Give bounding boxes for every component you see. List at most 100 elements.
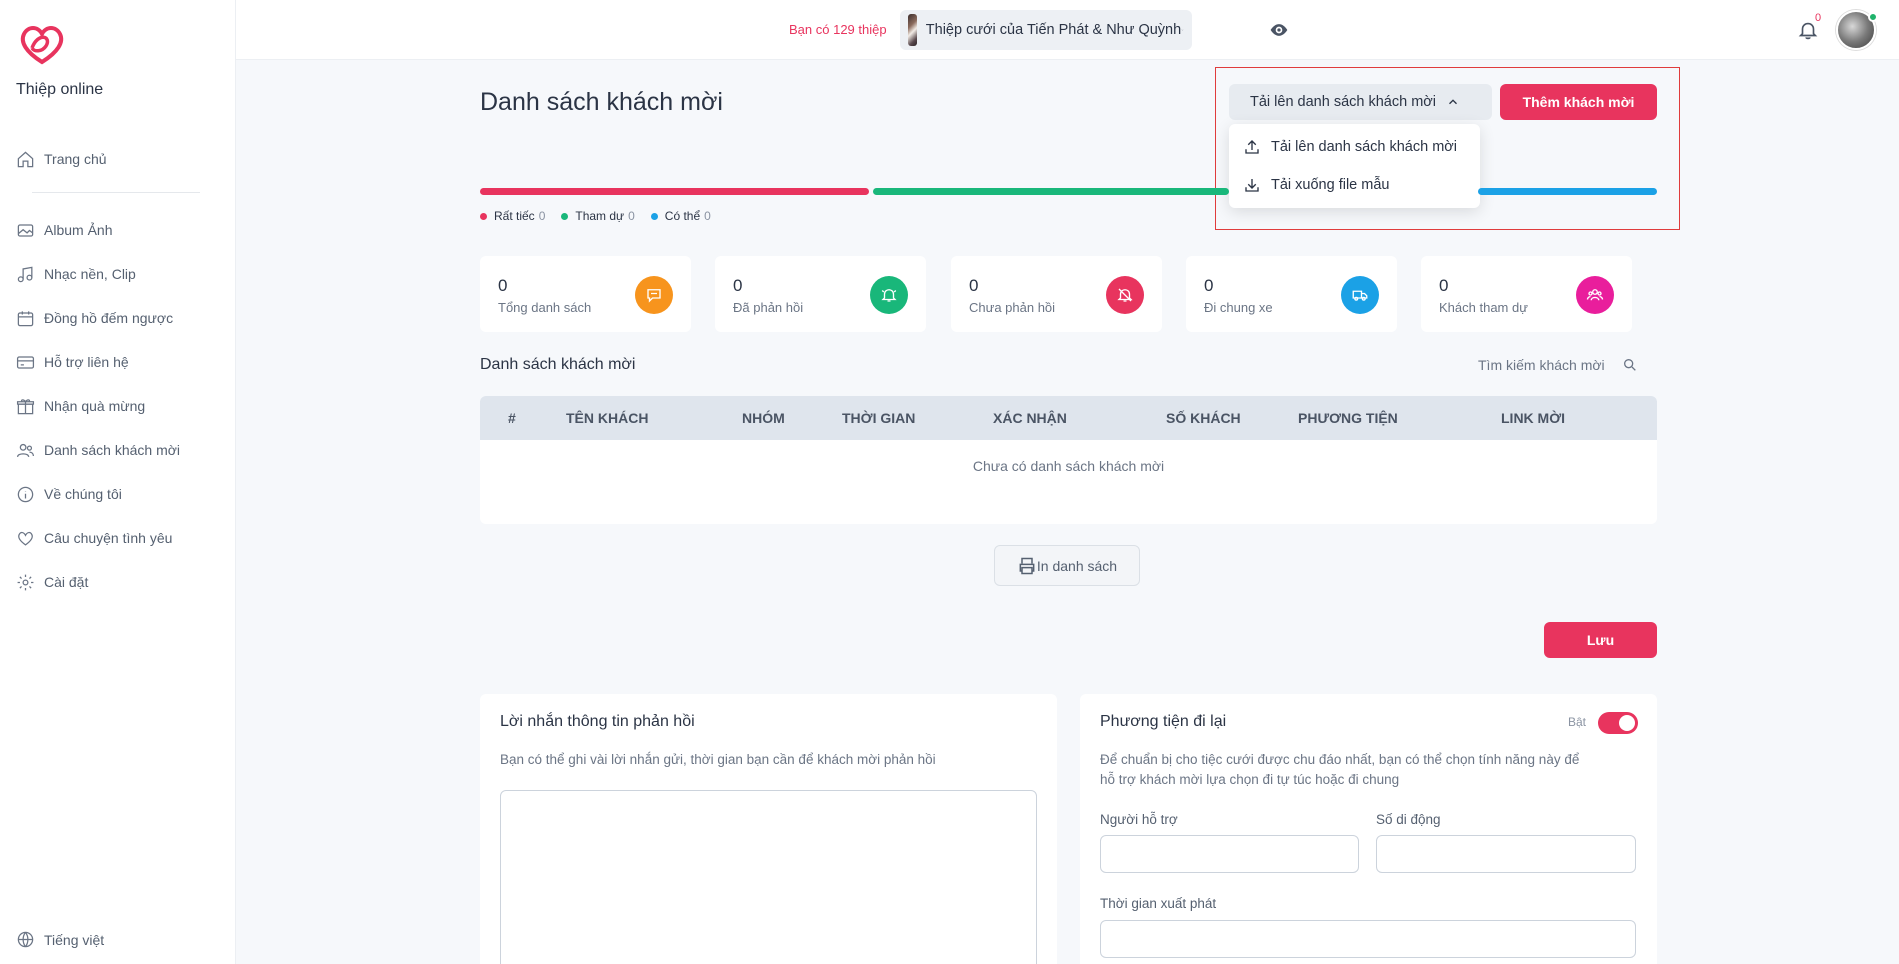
eye-icon[interactable] [1269,20,1289,40]
legend-value: 0 [704,209,711,223]
topbar: Bạn có 129 thiệp Thiệp cưới của Tiến Phá… [236,0,1899,60]
stat-card-attending: 0 Khách tham dự [1421,256,1632,332]
add-guest-button[interactable]: Thêm khách mời [1500,84,1657,120]
sidebar-item-label: Cài đặt [44,574,89,590]
stat-label: Khách tham dự [1439,300,1528,315]
column-header: PHƯƠNG TIỆN [1298,410,1398,426]
upload-icon [1245,140,1259,154]
truck-icon [1341,276,1379,314]
card-icon [16,355,35,369]
language-selector[interactable]: Tiếng việt [16,930,104,949]
description-line: hỗ trợ khách mời lựa chọn đi tự túc hoặc… [1100,772,1400,787]
sidebar-item-countdown[interactable]: Đồng hồ đếm ngược [0,296,236,340]
stat-value: 0 [498,276,508,295]
stat-card-not-responded: 0 Chưa phản hồi [951,256,1162,332]
stat-value: 0 [969,276,979,295]
stat-label: Chưa phản hồi [969,300,1056,315]
sidebar-item-about[interactable]: Về chúng tôi [0,472,236,516]
sidebar-item-contact[interactable]: Hỗ trợ liên hệ [0,340,236,384]
sidebar-item-home[interactable]: Trang chủ [0,137,236,181]
panel-title: Phương tiện đi lại [1100,713,1227,730]
legend-item-declined: Rất tiếc 0 [480,209,545,223]
stat-value: 0 [1204,276,1214,295]
upload-guest-list-button[interactable]: Tải lên danh sách khách mời [1229,84,1492,120]
sidebar-item-settings[interactable]: Cài đặt [0,560,236,604]
legend-label: Có thể [664,209,701,223]
legend-dot [480,212,487,220]
save-button[interactable]: Lưu [1544,622,1657,658]
legend-label: Tham dự [575,209,625,223]
print-list-button[interactable]: In danh sách [994,545,1140,586]
guest-search[interactable]: Tìm kiếm khách mời [1478,357,1638,373]
progress-bar-maybe [1478,188,1657,195]
description-line: Để chuẩn bị cho tiệc cưới được chu đáo n… [1100,752,1580,767]
message-icon [635,276,673,314]
sidebar-item-gifts[interactable]: Nhận quà mừng [0,384,236,428]
search-icon[interactable] [1622,357,1638,373]
nav-divider [32,192,200,193]
card-selector[interactable]: Thiệp cưới của Tiến Phát & Như Quỳnh [900,10,1192,50]
card-count-text: Bạn có 129 thiệp [789,22,887,37]
page-title: Danh sách khách mời [480,88,723,116]
legend-item-attending: Tham dự 0 [561,209,635,223]
depart-time-label: Thời gian xuất phát [1100,896,1217,911]
info-icon [17,486,34,502]
panel-description: Để chuẩn bị cho tiệc cưới được chu đáo n… [1100,750,1579,790]
column-header: THỜI GIAN [842,410,916,426]
notification-badge: 0 [1815,12,1822,24]
online-status-dot [1868,12,1878,22]
users-icon [16,443,35,457]
sidebar-item-label: Album Ảnh [44,222,113,238]
menu-item-upload-list[interactable]: Tải lên danh sách khách mời [1229,128,1480,166]
chevron-down-icon [1181,29,1184,31]
feedback-message-panel: Lời nhắn thông tin phản hồi Bạn có thể g… [480,694,1057,964]
stat-label: Đi chung xe [1204,300,1273,315]
column-header: # [508,410,516,426]
selected-card-title: Thiệp cưới của Tiến Phát & Như Quỳnh [925,22,1182,38]
sidebar-item-love-story[interactable]: Câu chuyện tình yêu [0,516,236,560]
column-header: NHÓM [742,410,785,426]
chevron-up-icon [1449,99,1457,105]
search-input[interactable]: Tìm kiếm khách mời [1478,357,1605,373]
depart-time-input[interactable] [1100,920,1636,958]
toggle-label: Bật [1568,715,1587,729]
menu-item-label: Tải xuống file mẫu [1271,177,1390,193]
sidebar-item-music[interactable]: Nhạc nền, Clip [0,252,236,296]
download-icon [1245,179,1259,192]
stat-label: Tổng danh sách [498,300,592,315]
stat-label: Đã phản hồi [733,300,804,315]
menu-item-download-template[interactable]: Tải xuống file mẫu [1229,166,1480,204]
supporter-input[interactable] [1100,835,1359,873]
group-icon [1576,276,1614,314]
home-icon [17,151,34,167]
phone-input[interactable] [1376,835,1636,873]
sidebar-item-label: Trang chủ [44,151,107,167]
feedback-message-textarea[interactable] [500,790,1037,964]
sidebar-item-label: Danh sách khách mời [44,442,181,458]
phone-label: Số di động [1376,812,1441,827]
heart-icon [18,531,33,546]
stat-value: 0 [733,276,743,295]
guest-table: # TÊN KHÁCH NHÓM THỜI GIAN XÁC NHẬN SỐ K… [480,396,1657,524]
column-header: TÊN KHÁCH [566,410,649,426]
logo-icon [20,26,64,65]
brand-name: Thiệp online [16,81,104,98]
legend-value: 0 [538,209,546,223]
legend-dot [650,212,658,220]
legend-item-maybe: Có thể 0 [650,209,711,223]
transport-panel: Phương tiện đi lại Bật Để chuẩn bị cho t… [1080,694,1657,964]
progress-legend: Rất tiếc 0 Tham dự 0 Có thể 0 [480,209,727,223]
sidebar-item-album[interactable]: Album Ảnh [0,208,236,252]
upload-dropdown-menu: Tải lên danh sách khách mời Tải xuống fi… [1229,124,1480,208]
printer-icon [1019,557,1035,574]
legend-dot [561,212,569,220]
column-header: SỐ KHÁCH [1166,410,1241,426]
transport-toggle[interactable] [1598,712,1638,734]
print-button-label: In danh sách [1036,557,1118,574]
sidebar-item-guests[interactable]: Danh sách khách mời [0,428,236,472]
stat-card-responded: 0 Đã phản hồi [715,256,926,332]
table-header: # TÊN KHÁCH NHÓM THỜI GIAN XÁC NHẬN SỐ K… [480,396,1657,440]
gift-icon [16,398,35,414]
empty-table-message: Chưa có danh sách khách mời [972,458,1165,474]
image-icon [17,223,34,237]
